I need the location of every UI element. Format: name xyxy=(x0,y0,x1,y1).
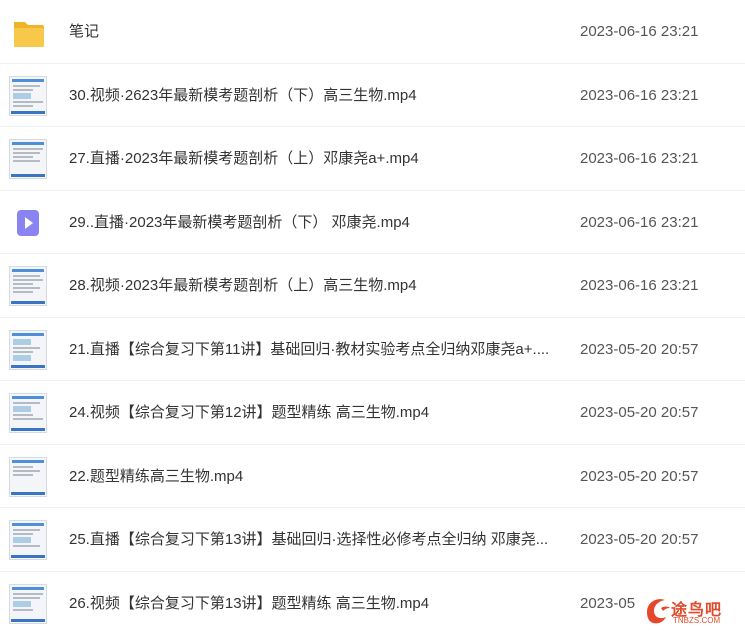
video-thumbnail xyxy=(9,584,47,624)
file-row[interactable]: 22.题型精练高三生物.mp4 2023-05-20 20:57 xyxy=(0,445,745,509)
file-row[interactable]: 21.直播【综合复习下第11讲】基础回归·教材实验考点全归纳邓康尧a+.... … xyxy=(0,318,745,382)
watermark-subtext: TNBZS.COM xyxy=(673,616,720,625)
file-date: 2023-06-16 23:21 xyxy=(580,254,698,317)
folder-icon xyxy=(9,12,47,52)
file-name[interactable]: 22.题型精练高三生物.mp4 xyxy=(69,445,243,508)
file-row[interactable]: 26.视频【综合复习下第13讲】题型精练 高三生物.mp4 2023-05 xyxy=(0,572,745,635)
file-row[interactable]: 29..直播·2023年最新模考题剖析（下） 邓康尧.mp4 2023-06-1… xyxy=(0,191,745,255)
video-file-icon xyxy=(9,203,47,243)
file-date: 2023-05-20 20:57 xyxy=(580,381,698,444)
file-date: 2023-06-16 23:21 xyxy=(580,127,698,190)
video-thumbnail xyxy=(9,520,47,560)
video-thumbnail xyxy=(9,393,47,433)
bird-logo-icon xyxy=(643,594,673,626)
file-list: 笔记 2023-06-16 23:21 30.视频·2623年最新模考题剖析（下… xyxy=(0,0,745,635)
file-date: 2023-06-16 23:21 xyxy=(580,64,698,127)
file-row[interactable]: 笔记 2023-06-16 23:21 xyxy=(0,0,745,64)
file-row[interactable]: 28.视频·2023年最新模考题剖析（上）高三生物.mp4 2023-06-16… xyxy=(0,254,745,318)
file-name[interactable]: 30.视频·2623年最新模考题剖析（下）高三生物.mp4 xyxy=(69,64,417,127)
file-row[interactable]: 24.视频【综合复习下第12讲】题型精练 高三生物.mp4 2023-05-20… xyxy=(0,381,745,445)
file-row[interactable]: 25.直播【综合复习下第13讲】基础回归·选择性必修考点全归纳 邓康尧... 2… xyxy=(0,508,745,572)
file-name[interactable]: 28.视频·2023年最新模考题剖析（上）高三生物.mp4 xyxy=(69,254,417,317)
watermark-logo: 途鸟吧 TNBZS.COM xyxy=(643,594,743,628)
file-name[interactable]: 25.直播【综合复习下第13讲】基础回归·选择性必修考点全归纳 邓康尧... xyxy=(69,508,548,571)
file-date: 2023-06-16 23:21 xyxy=(580,0,698,63)
file-name[interactable]: 27.直播·2023年最新模考题剖析（上）邓康尧a+.mp4 xyxy=(69,127,419,190)
file-row[interactable]: 30.视频·2623年最新模考题剖析（下）高三生物.mp4 2023-06-16… xyxy=(0,64,745,128)
file-name[interactable]: 21.直播【综合复习下第11讲】基础回归·教材实验考点全归纳邓康尧a+.... xyxy=(69,318,549,381)
file-name[interactable]: 笔记 xyxy=(69,0,99,63)
file-date: 2023-06-16 23:21 xyxy=(580,191,698,254)
video-thumbnail xyxy=(9,457,47,497)
video-thumbnail xyxy=(9,266,47,306)
file-date: 2023-05-20 20:57 xyxy=(580,445,698,508)
video-thumbnail xyxy=(9,139,47,179)
file-name[interactable]: 26.视频【综合复习下第13讲】题型精练 高三生物.mp4 xyxy=(69,572,429,635)
file-date: 2023-05 xyxy=(580,572,635,635)
file-row[interactable]: 27.直播·2023年最新模考题剖析（上）邓康尧a+.mp4 2023-06-1… xyxy=(0,127,745,191)
file-date: 2023-05-20 20:57 xyxy=(580,318,698,381)
video-thumbnail xyxy=(9,76,47,116)
file-date: 2023-05-20 20:57 xyxy=(580,508,698,571)
file-name[interactable]: 24.视频【综合复习下第12讲】题型精练 高三生物.mp4 xyxy=(69,381,429,444)
video-thumbnail xyxy=(9,330,47,370)
file-name[interactable]: 29..直播·2023年最新模考题剖析（下） 邓康尧.mp4 xyxy=(69,191,410,254)
